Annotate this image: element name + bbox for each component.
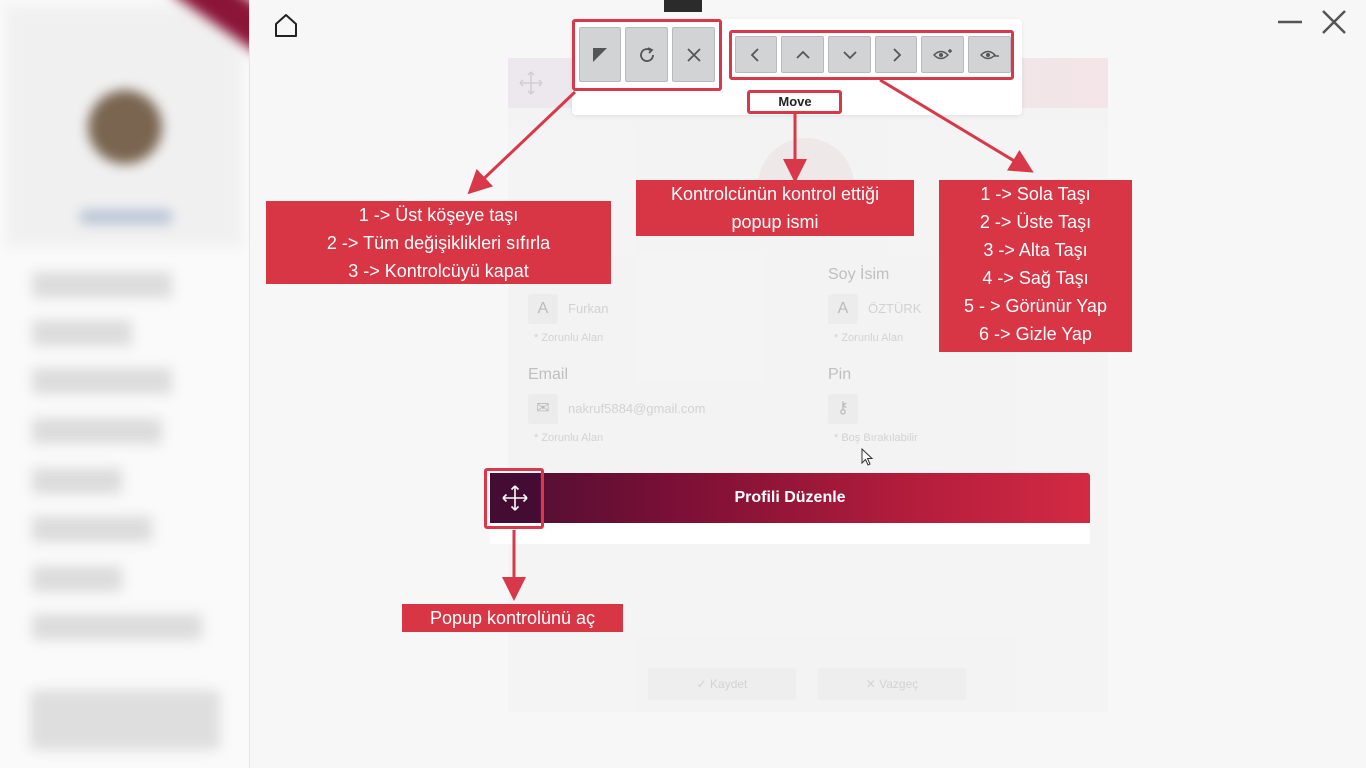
chevron-up-icon	[795, 50, 810, 59]
move-down-button[interactable]	[828, 36, 871, 73]
open-popup-control-button[interactable]	[490, 473, 540, 523]
cancel-button[interactable]: ✕ Vazgeç	[818, 668, 966, 700]
window-close-button[interactable]	[1320, 8, 1348, 36]
hide-popup-button[interactable]	[968, 36, 1011, 73]
surname-value: ÖZTÜRK	[868, 301, 922, 316]
callout-left-group: 1 -> Üst köşeye taşı 2 -> Tüm değişiklik…	[266, 201, 611, 284]
move-to-corner-button[interactable]	[579, 27, 621, 82]
text-icon: A	[528, 294, 558, 324]
email-value: nakruf5884@gmail.com	[568, 401, 706, 416]
eye-plus-icon	[932, 48, 952, 59]
save-label: Kaydet	[710, 677, 748, 691]
required-hint: * Zorunlu Alan	[534, 332, 604, 344]
profile-edit-popup: Profili Düzenle	[490, 473, 1090, 544]
sidebar-user-name	[80, 210, 172, 224]
home-button[interactable]	[272, 11, 300, 39]
popup-title: Profili Düzenle	[734, 489, 846, 506]
close-icon	[1322, 10, 1346, 34]
email-field[interactable]: ✉ nakruf5884@gmail.com	[528, 394, 788, 424]
sidebar-item[interactable]	[32, 566, 122, 592]
close-icon	[686, 47, 701, 62]
first-name-value: Furkan	[568, 301, 609, 316]
eye-minus-icon	[979, 50, 999, 59]
mouse-cursor-icon	[861, 448, 874, 466]
sidebar-footer	[30, 690, 220, 750]
text-icon: A	[828, 294, 858, 324]
surname-label: Soy İsim	[828, 266, 890, 283]
refresh-icon	[639, 46, 654, 62]
pin-hint: * Boş Bırakılabilir	[834, 432, 918, 444]
sidebar-item[interactable]	[32, 272, 172, 298]
required-hint: * Zorunlu Alan	[534, 432, 604, 444]
move-up-button[interactable]	[781, 36, 824, 73]
sidebar-item[interactable]	[32, 468, 122, 494]
pin-label: Pin	[828, 366, 852, 383]
sidebar-item[interactable]	[32, 516, 152, 542]
home-icon	[275, 14, 297, 37]
reset-changes-button[interactable]	[625, 27, 668, 82]
minimize-button[interactable]	[1277, 10, 1303, 36]
key-icon: ⚷	[828, 394, 858, 424]
sidebar-item[interactable]	[32, 320, 132, 346]
callout-open-control: Popup kontrolünü aç	[402, 604, 623, 632]
callout-popup-name: Kontrolcünün kontrol ettiği popup ismi	[636, 180, 914, 236]
close-controller-button[interactable]	[672, 27, 715, 82]
sidebar-item[interactable]	[32, 418, 162, 444]
show-popup-button[interactable]	[921, 36, 964, 73]
required-hint: * Zorunlu Alan	[834, 332, 904, 344]
email-label: Email	[528, 366, 569, 383]
sidebar-item[interactable]	[32, 614, 202, 640]
move-left-button[interactable]	[735, 36, 777, 73]
chevron-right-icon	[893, 47, 902, 62]
callout-right-group: 1 -> Sola Taşı 2 -> Üste Taşı 3 -> Alta …	[939, 180, 1132, 352]
avatar[interactable]	[88, 90, 162, 164]
pin-field[interactable]: ⚷	[828, 394, 1088, 424]
move-arrows-icon	[519, 71, 543, 95]
controlled-popup-name: Move	[778, 94, 812, 109]
sidebar-item[interactable]	[32, 368, 172, 394]
chevron-left-icon	[750, 47, 759, 62]
controller-drag-handle[interactable]	[664, 0, 702, 12]
move-arrows-icon	[502, 485, 528, 511]
chevron-down-icon	[842, 50, 857, 59]
sidebar	[0, 0, 250, 768]
corner-icon	[593, 47, 607, 62]
popup-body	[490, 523, 1090, 544]
mail-icon: ✉	[528, 394, 558, 424]
move-right-button[interactable]	[875, 36, 917, 73]
first-name-field[interactable]: A Furkan	[528, 294, 788, 324]
save-button[interactable]: ✓ Kaydet	[648, 668, 796, 700]
minimize-icon	[1278, 20, 1302, 24]
check-icon: ✓	[696, 677, 711, 691]
cancel-label: Vazgeç	[879, 677, 919, 691]
x-icon: ✕	[865, 677, 880, 691]
